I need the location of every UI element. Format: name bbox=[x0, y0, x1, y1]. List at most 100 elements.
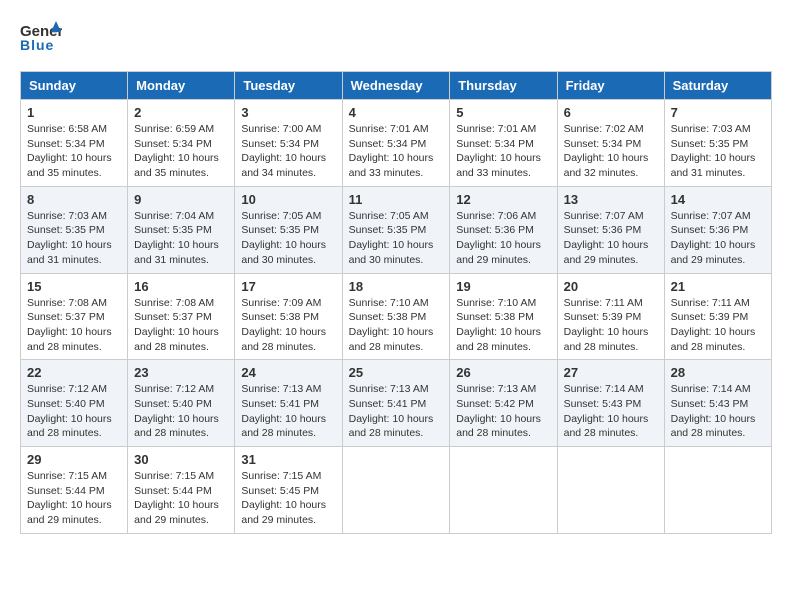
day-info: Sunrise: 7:08 AMSunset: 5:37 PMDaylight:… bbox=[134, 296, 228, 355]
calendar-cell: 19Sunrise: 7:10 AMSunset: 5:38 PMDayligh… bbox=[450, 273, 557, 360]
calendar-cell: 22 Sunrise: 7:12 AMSunset: 5:40 PMDayligh… bbox=[21, 360, 128, 447]
day-number: 21 bbox=[671, 279, 765, 294]
day-info: Sunrise: 7:06 AMSunset: 5:36 PMDaylight:… bbox=[456, 209, 550, 268]
day-info: Sunrise: 7:13 AMSunset: 5:42 PMDaylight:… bbox=[456, 382, 550, 441]
page-header: General Blue bbox=[20, 20, 772, 61]
day-info: Sunrise: 6:58 AMSunset: 5:34 PMDaylight:… bbox=[27, 122, 121, 181]
day-number: 20 bbox=[564, 279, 658, 294]
calendar-cell: 6 Sunrise: 7:02 AMSunset: 5:34 PMDaylight… bbox=[557, 100, 664, 187]
column-header-saturday: Saturday bbox=[664, 72, 771, 100]
calendar-cell: 28Sunrise: 7:14 AMSunset: 5:43 PMDayligh… bbox=[664, 360, 771, 447]
calendar-table: SundayMondayTuesdayWednesdayThursdayFrid… bbox=[20, 71, 772, 534]
day-info: Sunrise: 7:13 AMSunset: 5:41 PMDaylight:… bbox=[349, 382, 444, 441]
calendar-cell: 24 Sunrise: 7:13 AMSunset: 5:41 PMDayligh… bbox=[235, 360, 342, 447]
calendar-cell: 18Sunrise: 7:10 AMSunset: 5:38 PMDayligh… bbox=[342, 273, 450, 360]
day-info: Sunrise: 7:03 AMSunset: 5:35 PMDaylight:… bbox=[671, 122, 765, 181]
day-number: 16 bbox=[134, 279, 228, 294]
day-info: Sunrise: 6:59 AMSunset: 5:34 PMDaylight:… bbox=[134, 122, 228, 181]
day-number: 25 bbox=[349, 365, 444, 380]
logo-svg: General Blue bbox=[20, 20, 62, 56]
column-header-friday: Friday bbox=[557, 72, 664, 100]
calendar-cell: 11 Sunrise: 7:05 AMSunset: 5:35 PMDayligh… bbox=[342, 186, 450, 273]
calendar-cell: 26 Sunrise: 7:13 AMSunset: 5:42 PMDayligh… bbox=[450, 360, 557, 447]
calendar-cell bbox=[664, 447, 771, 534]
day-info: Sunrise: 7:03 AMSunset: 5:35 PMDaylight:… bbox=[27, 209, 121, 268]
column-header-sunday: Sunday bbox=[21, 72, 128, 100]
calendar-cell: 29 Sunrise: 7:15 AMSunset: 5:44 PMDayligh… bbox=[21, 447, 128, 534]
day-info: Sunrise: 7:01 AMSunset: 5:34 PMDaylight:… bbox=[349, 122, 444, 181]
day-info: Sunrise: 7:01 AMSunset: 5:34 PMDaylight:… bbox=[456, 122, 550, 181]
day-info: Sunrise: 7:05 AMSunset: 5:35 PMDaylight:… bbox=[241, 209, 335, 268]
day-number: 3 bbox=[241, 105, 335, 120]
day-number: 24 bbox=[241, 365, 335, 380]
day-number: 2 bbox=[134, 105, 228, 120]
calendar-cell: 20 Sunrise: 7:11 AMSunset: 5:39 PMDayligh… bbox=[557, 273, 664, 360]
logo: General Blue bbox=[20, 20, 66, 61]
calendar-cell: 15 Sunrise: 7:08 AMSunset: 5:37 PMDayligh… bbox=[21, 273, 128, 360]
day-number: 1 bbox=[27, 105, 121, 120]
day-number: 29 bbox=[27, 452, 121, 467]
day-number: 31 bbox=[241, 452, 335, 467]
day-info: Sunrise: 7:14 AMSunset: 5:43 PMDaylight:… bbox=[671, 382, 765, 441]
calendar-cell bbox=[450, 447, 557, 534]
day-number: 10 bbox=[241, 192, 335, 207]
calendar-cell: 5 Sunrise: 7:01 AMSunset: 5:34 PMDaylight… bbox=[450, 100, 557, 187]
calendar-cell: 25 Sunrise: 7:13 AMSunset: 5:41 PMDayligh… bbox=[342, 360, 450, 447]
day-number: 27 bbox=[564, 365, 658, 380]
calendar-cell: 13Sunrise: 7:07 AMSunset: 5:36 PMDayligh… bbox=[557, 186, 664, 273]
calendar-cell: 23 Sunrise: 7:12 AMSunset: 5:40 PMDayligh… bbox=[128, 360, 235, 447]
calendar-cell bbox=[342, 447, 450, 534]
day-info: Sunrise: 7:15 AMSunset: 5:44 PMDaylight:… bbox=[134, 469, 228, 528]
day-info: Sunrise: 7:15 AMSunset: 5:44 PMDaylight:… bbox=[27, 469, 121, 528]
day-info: Sunrise: 7:11 AMSunset: 5:39 PMDaylight:… bbox=[564, 296, 658, 355]
calendar-cell: 16 Sunrise: 7:08 AMSunset: 5:37 PMDayligh… bbox=[128, 273, 235, 360]
day-info: Sunrise: 7:09 AMSunset: 5:38 PMDaylight:… bbox=[241, 296, 335, 355]
calendar-cell: 30Sunrise: 7:15 AMSunset: 5:44 PMDayligh… bbox=[128, 447, 235, 534]
column-header-monday: Monday bbox=[128, 72, 235, 100]
day-info: Sunrise: 7:14 AMSunset: 5:43 PMDaylight:… bbox=[564, 382, 658, 441]
day-info: Sunrise: 7:02 AMSunset: 5:34 PMDaylight:… bbox=[564, 122, 658, 181]
calendar-cell: 10 Sunrise: 7:05 AMSunset: 5:35 PMDayligh… bbox=[235, 186, 342, 273]
day-number: 22 bbox=[27, 365, 121, 380]
day-number: 26 bbox=[456, 365, 550, 380]
day-number: 8 bbox=[27, 192, 121, 207]
day-number: 17 bbox=[241, 279, 335, 294]
calendar-cell: 14 Sunrise: 7:07 AMSunset: 5:36 PMDayligh… bbox=[664, 186, 771, 273]
day-number: 18 bbox=[349, 279, 444, 294]
day-number: 12 bbox=[456, 192, 550, 207]
calendar-cell: 17 Sunrise: 7:09 AMSunset: 5:38 PMDayligh… bbox=[235, 273, 342, 360]
day-info: Sunrise: 7:07 AMSunset: 5:36 PMDaylight:… bbox=[671, 209, 765, 268]
calendar-cell: 2 Sunrise: 6:59 AMSunset: 5:34 PMDaylight… bbox=[128, 100, 235, 187]
calendar-cell: 21 Sunrise: 7:11 AMSunset: 5:39 PMDayligh… bbox=[664, 273, 771, 360]
day-info: Sunrise: 7:00 AMSunset: 5:34 PMDaylight:… bbox=[241, 122, 335, 181]
day-number: 11 bbox=[349, 192, 444, 207]
calendar-cell: 3 Sunrise: 7:00 AMSunset: 5:34 PMDaylight… bbox=[235, 100, 342, 187]
day-info: Sunrise: 7:13 AMSunset: 5:41 PMDaylight:… bbox=[241, 382, 335, 441]
calendar-cell: 27 Sunrise: 7:14 AMSunset: 5:43 PMDayligh… bbox=[557, 360, 664, 447]
day-info: Sunrise: 7:12 AMSunset: 5:40 PMDaylight:… bbox=[27, 382, 121, 441]
day-number: 7 bbox=[671, 105, 765, 120]
day-number: 9 bbox=[134, 192, 228, 207]
calendar-cell: 9 Sunrise: 7:04 AMSunset: 5:35 PMDaylight… bbox=[128, 186, 235, 273]
day-number: 13 bbox=[564, 192, 658, 207]
day-number: 6 bbox=[564, 105, 658, 120]
column-header-wednesday: Wednesday bbox=[342, 72, 450, 100]
calendar-cell bbox=[557, 447, 664, 534]
day-number: 4 bbox=[349, 105, 444, 120]
calendar-cell: 31 Sunrise: 7:15 AMSunset: 5:45 PMDayligh… bbox=[235, 447, 342, 534]
day-info: Sunrise: 7:08 AMSunset: 5:37 PMDaylight:… bbox=[27, 296, 121, 355]
day-info: Sunrise: 7:10 AMSunset: 5:38 PMDaylight:… bbox=[456, 296, 550, 355]
calendar-cell: 4 Sunrise: 7:01 AMSunset: 5:34 PMDaylight… bbox=[342, 100, 450, 187]
day-number: 14 bbox=[671, 192, 765, 207]
calendar-cell: 8 Sunrise: 7:03 AMSunset: 5:35 PMDaylight… bbox=[21, 186, 128, 273]
day-number: 15 bbox=[27, 279, 121, 294]
day-info: Sunrise: 7:04 AMSunset: 5:35 PMDaylight:… bbox=[134, 209, 228, 268]
day-info: Sunrise: 7:11 AMSunset: 5:39 PMDaylight:… bbox=[671, 296, 765, 355]
day-info: Sunrise: 7:05 AMSunset: 5:35 PMDaylight:… bbox=[349, 209, 444, 268]
day-info: Sunrise: 7:15 AMSunset: 5:45 PMDaylight:… bbox=[241, 469, 335, 528]
column-header-thursday: Thursday bbox=[450, 72, 557, 100]
column-header-tuesday: Tuesday bbox=[235, 72, 342, 100]
day-number: 23 bbox=[134, 365, 228, 380]
day-number: 5 bbox=[456, 105, 550, 120]
day-info: Sunrise: 7:12 AMSunset: 5:40 PMDaylight:… bbox=[134, 382, 228, 441]
